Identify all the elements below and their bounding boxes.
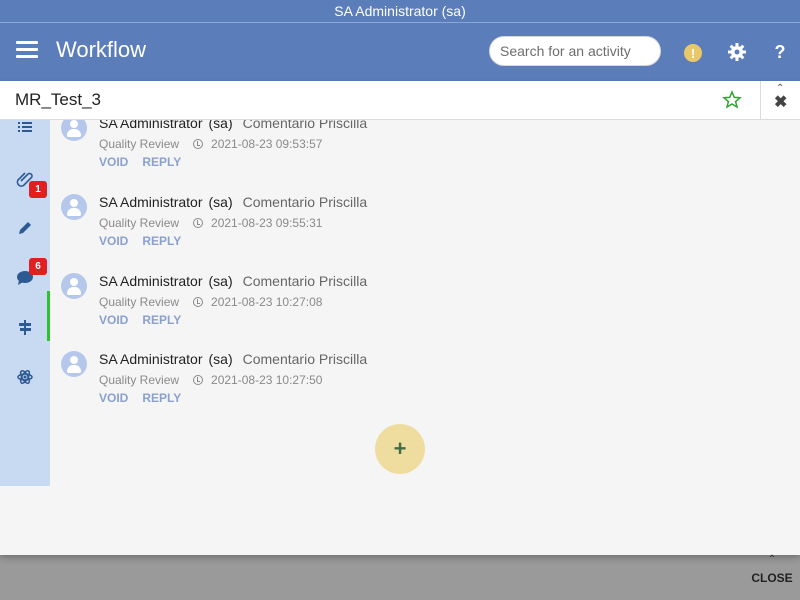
search-input[interactable] xyxy=(489,36,661,66)
list-item: SA Administrator (sa) Comentario Priscilla… xyxy=(50,351,770,421)
comments-list: SA Administrator (sa) Comentario Priscilla… xyxy=(50,120,800,486)
void-link[interactable]: VOID xyxy=(99,234,128,248)
reply-link[interactable]: REPLY xyxy=(142,155,181,169)
comment-author: SA Administrator xyxy=(99,351,203,367)
comment-author: SA Administrator xyxy=(99,194,203,210)
comment-timestamp: 2021-08-23 10:27:08 xyxy=(211,295,323,309)
comment-user: (sa) xyxy=(208,351,233,367)
comment-timestamp: 2021-08-23 10:27:50 xyxy=(211,373,323,387)
comment-actions: VOID REPLY xyxy=(99,391,195,405)
comment-author-line: SA Administrator (sa) Comentario Priscilla xyxy=(99,351,367,367)
comment-author-line: SA Administrator (sa) Comentario Priscilla xyxy=(99,120,367,131)
comment-author: SA Administrator xyxy=(99,273,203,289)
side-nav: 1 6 xyxy=(0,120,50,486)
comment-meta: Quality Review 2021-08-23 09:55:31 xyxy=(99,216,322,230)
void-link[interactable]: VOID xyxy=(99,313,128,327)
comment-actions: VOID REPLY xyxy=(99,313,195,327)
avatar xyxy=(61,194,87,220)
comment-actions: VOID REPLY xyxy=(99,155,195,169)
app-header: Workflow ! ? xyxy=(0,23,800,81)
help-icon[interactable]: ? xyxy=(770,42,790,62)
add-comment-button[interactable]: + xyxy=(375,424,425,474)
comment-author: SA Administrator xyxy=(99,120,203,131)
record-bar: MR_Test_3 ⌃ ✖ xyxy=(0,81,800,120)
close-icon: ✖ xyxy=(774,94,788,111)
comment-text: Comentario Priscilla xyxy=(242,273,368,289)
gear-icon[interactable] xyxy=(727,42,747,62)
record-close-button[interactable]: ⌃ ✖ xyxy=(760,81,800,120)
comment-author-line: SA Administrator (sa) Comentario Priscilla xyxy=(99,194,367,210)
hamburger-icon[interactable] xyxy=(16,41,38,59)
comment-author-line: SA Administrator (sa) Comentario Priscilla xyxy=(99,273,367,289)
comment-timestamp: 2021-08-23 09:53:57 xyxy=(211,137,323,151)
comment-text: Comentario Priscilla xyxy=(242,120,368,131)
chevron-up-icon: ⌃ xyxy=(767,554,777,565)
reply-link[interactable]: REPLY xyxy=(142,313,181,327)
record-panel: MR_Test_3 ⌃ ✖ 1 6 SA Administrator (sa) … xyxy=(0,81,800,555)
list-item: SA Administrator (sa) Comentario Priscilla… xyxy=(50,273,770,343)
comment-stage: Quality Review xyxy=(99,137,180,151)
comment-meta: Quality Review 2021-08-23 10:27:50 xyxy=(99,373,322,387)
comment-stage: Quality Review xyxy=(99,216,180,230)
footer-close-label: CLOSE xyxy=(751,571,793,585)
comment-meta: Quality Review 2021-08-23 09:53:57 xyxy=(99,137,322,151)
avatar xyxy=(61,351,87,377)
comment-user: (sa) xyxy=(208,273,233,289)
clock-icon xyxy=(193,375,204,385)
reply-link[interactable]: REPLY xyxy=(142,234,181,248)
reply-link[interactable]: REPLY xyxy=(142,391,181,405)
void-link[interactable]: VOID xyxy=(99,391,128,405)
attachments-badge: 1 xyxy=(29,181,47,198)
avatar xyxy=(61,273,87,299)
clock-icon xyxy=(193,218,204,228)
comment-stage: Quality Review xyxy=(99,295,180,309)
comments-badge: 6 xyxy=(29,258,47,275)
list-icon[interactable] xyxy=(14,116,36,138)
avatar xyxy=(61,120,87,141)
clock-icon xyxy=(193,139,204,149)
void-link[interactable]: VOID xyxy=(99,155,128,169)
comment-user: (sa) xyxy=(208,194,233,210)
comment-user: (sa) xyxy=(208,120,233,131)
comment-actions: VOID REPLY xyxy=(99,234,195,248)
comment-text: Comentario Priscilla xyxy=(242,194,368,210)
app-title: Workflow xyxy=(56,37,147,62)
comment-stage: Quality Review xyxy=(99,373,180,387)
warning-icon[interactable]: ! xyxy=(684,44,702,62)
comment-meta: Quality Review 2021-08-23 10:27:08 xyxy=(99,295,322,309)
pencil-icon[interactable] xyxy=(14,217,36,239)
comment-text: Comentario Priscilla xyxy=(242,351,368,367)
signpost-icon[interactable] xyxy=(14,316,36,338)
footer-close-button[interactable]: ⌃ CLOSE xyxy=(748,552,796,592)
star-outline-icon[interactable] xyxy=(722,90,742,110)
atom-icon[interactable] xyxy=(14,366,36,388)
clock-icon xyxy=(193,297,204,307)
list-item: SA Administrator (sa) Comentario Priscilla… xyxy=(50,120,770,185)
comment-timestamp: 2021-08-23 09:55:31 xyxy=(211,216,323,230)
record-title: MR_Test_3 xyxy=(15,90,101,109)
list-item: SA Administrator (sa) Comentario Priscilla… xyxy=(50,194,770,264)
window-title: SA Administrator (sa) xyxy=(0,0,800,23)
